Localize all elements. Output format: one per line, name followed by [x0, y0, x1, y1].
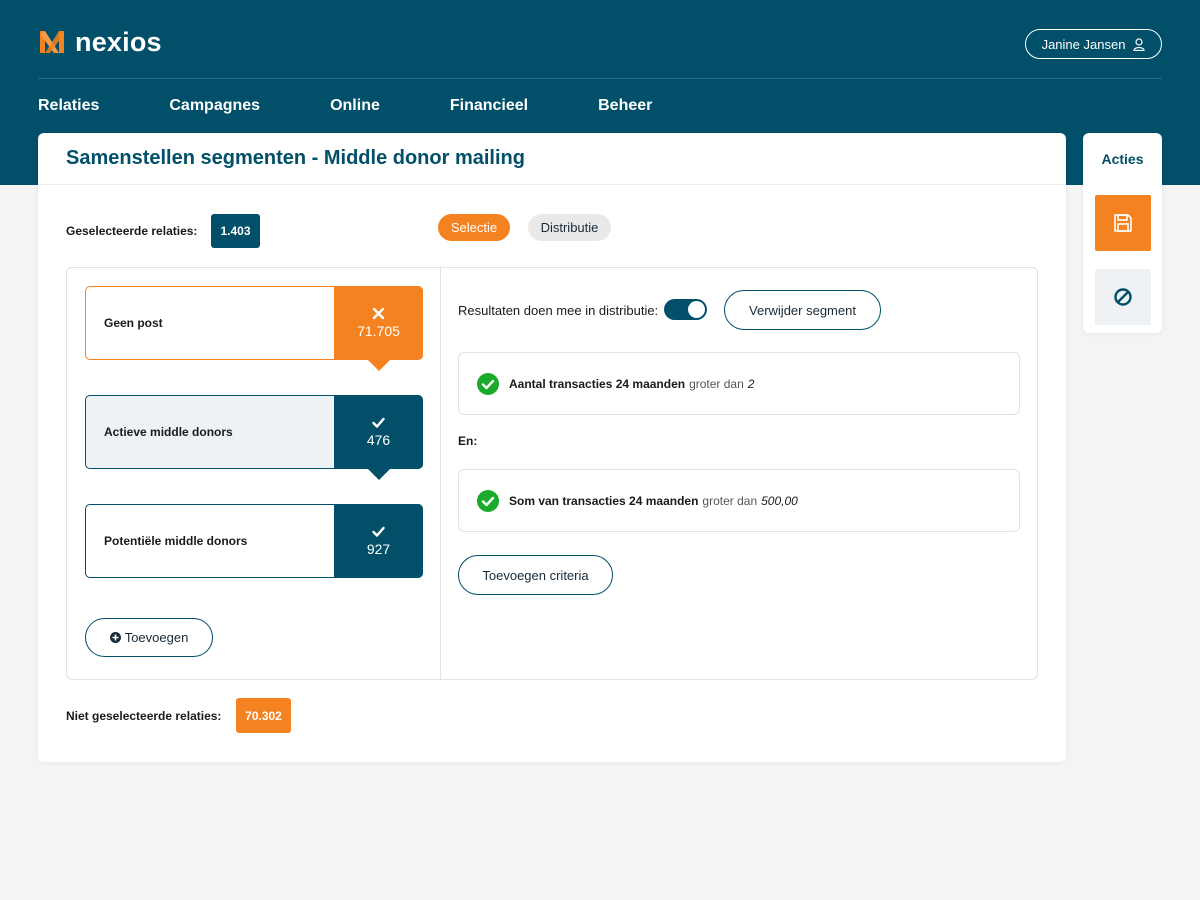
cancel-button[interactable] [1095, 269, 1151, 325]
segment-potentiele-middle-donors[interactable]: Potentiële middle donors 927 [85, 504, 423, 578]
delete-segment-button[interactable]: Verwijder segment [724, 290, 881, 330]
nav-item-relaties[interactable]: Relaties [38, 97, 99, 115]
card-header: Samenstellen segmenten - Middle donor ma… [38, 133, 1066, 185]
active-pointer [368, 469, 390, 480]
criteria-operator: groter dan [702, 493, 758, 508]
criteria-value: 2 [747, 376, 755, 391]
main-card: Samenstellen segmenten - Middle donor ma… [38, 133, 1066, 762]
criteria-operator: groter dan [689, 376, 744, 391]
segment-label: Potentiële middle donors [86, 505, 334, 577]
add-segment-button[interactable]: Toevoegen [85, 618, 213, 657]
segment-count: 927 [366, 541, 391, 557]
segment-actieve-middle-donors[interactable]: Actieve middle donors 476 [85, 395, 423, 480]
nav-item-online[interactable]: Online [330, 97, 380, 115]
selected-relations-count: 1.403 [211, 214, 260, 248]
segment-label: Geen post [86, 287, 334, 359]
user-name: Janine Jansen [1041, 36, 1126, 52]
segment-count-box: 476 [334, 395, 423, 480]
page-title: Samenstellen segmenten - Middle donor ma… [66, 147, 525, 169]
nexios-logo-icon [40, 31, 64, 53]
save-icon [1114, 214, 1132, 232]
not-selected-relations-label: Niet geselecteerde relaties: [66, 709, 222, 723]
user-icon [1133, 37, 1146, 51]
main-nav: Relaties Campagnes Online Financieel Beh… [38, 97, 652, 115]
selected-relations-label: Geselecteerde relaties: [66, 224, 198, 238]
segment-label: Actieve middle donors [86, 396, 334, 468]
logo[interactable]: nexios [38, 28, 162, 56]
add-criteria-button[interactable]: Toevoegen criteria [458, 555, 613, 595]
toggle-knob [688, 301, 705, 318]
segment-count-box: 927 [334, 504, 423, 578]
check-icon [372, 526, 385, 537]
selected-pointer [368, 360, 390, 371]
check-icon [372, 417, 385, 428]
nav-item-campagnes[interactable]: Campagnes [169, 97, 260, 115]
cancel-icon [1114, 288, 1132, 306]
not-selected-relations-count: 70.302 [236, 698, 291, 733]
tab-selectie[interactable]: Selectie [438, 214, 510, 241]
segments-panel: Geen post 71.705 Actieve middle donors 4… [66, 267, 1038, 680]
criteria-field: Aantal transacties 24 maanden [509, 376, 686, 391]
criteria-item[interactable]: Aantal transacties 24 maanden groter dan… [458, 352, 1020, 415]
user-menu-button[interactable]: Janine Jansen [1025, 29, 1162, 59]
check-circle-icon [477, 489, 499, 512]
nav-item-financieel[interactable]: Financieel [450, 97, 528, 115]
check-circle-icon [477, 372, 499, 395]
brand-name: nexios [75, 27, 162, 57]
save-button[interactable] [1095, 195, 1151, 251]
criteria-value: 500,00 [761, 493, 798, 508]
actions-title: Acties [1101, 151, 1144, 167]
and-label: En: [458, 434, 478, 448]
plus-circle-icon [109, 632, 121, 643]
nav-item-beheer[interactable]: Beheer [598, 97, 652, 115]
distribution-toggle[interactable] [664, 299, 707, 320]
segment-count: 476 [366, 432, 391, 448]
criteria-field: Som van transacties 24 maanden [509, 493, 699, 508]
segment-count-box: 71.705 [334, 286, 423, 371]
segment-count: 71.705 [357, 323, 400, 339]
criteria-item[interactable]: Som van transacties 24 maanden groter da… [458, 469, 1020, 532]
panel-divider [440, 268, 441, 679]
x-icon [372, 307, 385, 320]
segment-geen-post[interactable]: Geen post 71.705 [85, 286, 423, 371]
actions-panel: Acties [1083, 133, 1162, 333]
distribution-toggle-label: Resultaten doen mee in distributie: [458, 303, 659, 318]
add-segment-label: Toevoegen [124, 630, 189, 645]
top-bar-divider [38, 78, 1162, 79]
tab-distributie[interactable]: Distributie [528, 214, 611, 241]
